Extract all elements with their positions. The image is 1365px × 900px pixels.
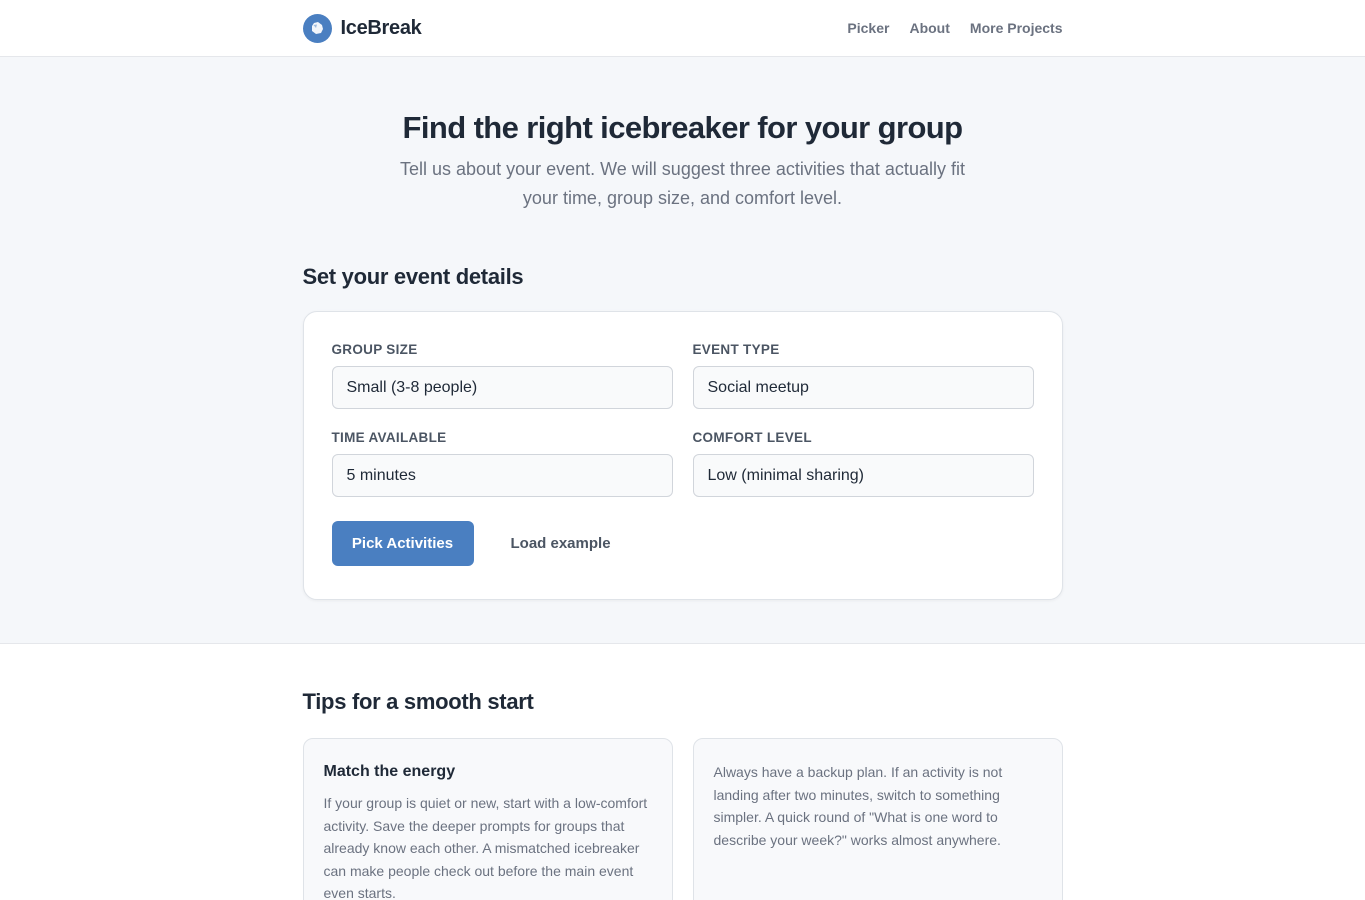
main-nav: Picker About More Projects	[847, 20, 1062, 36]
event-details-card: Group size Small (3-8 people) Event type…	[302, 311, 1063, 600]
group-size-label: Group size	[331, 342, 418, 357]
page-title: Find the right icebreaker for your group	[402, 110, 964, 145]
event-type-select[interactable]: Social meetup	[692, 366, 1034, 409]
brand-link[interactable]: IceBreak	[302, 13, 422, 43]
page-subtitle: Tell us about your event. We will sugges…	[400, 159, 965, 208]
details-section-title: Set your event details	[302, 264, 524, 289]
ice-cube-icon	[302, 13, 332, 43]
comfort-level-label: Comfort level	[692, 430, 812, 445]
event-type-label: Event type	[692, 342, 780, 357]
tips-section: Tips for a smooth start Match the energy…	[302, 644, 1063, 900]
nav-link-picker[interactable]: Picker	[847, 20, 889, 36]
event-type-field: Event type Social meetup	[692, 342, 1034, 409]
time-available-label: Time available	[331, 430, 447, 445]
nav-link-about[interactable]: About	[909, 20, 949, 36]
comfort-level-field: Comfort level Low (minimal sharing)	[692, 430, 1034, 497]
comfort-level-select[interactable]: Low (minimal sharing)	[692, 454, 1034, 497]
tip-card-body: Always have a backup plan. If an activit…	[713, 764, 1003, 848]
nav-link-more-projects[interactable]: More Projects	[970, 20, 1063, 36]
load-example-button[interactable]: Load example	[511, 535, 611, 552]
tip-card-backup-plan: Always have a backup plan. If an activit…	[692, 738, 1063, 900]
hero-section: Find the right icebreaker for your group…	[0, 57, 1365, 644]
tip-card-body: If your group is quiet or new, start wit…	[323, 795, 648, 900]
time-available-field: Time available 5 minutes	[331, 430, 673, 497]
group-size-select[interactable]: Small (3-8 people)	[331, 366, 673, 409]
brand-name: IceBreak	[340, 16, 422, 39]
time-available-select[interactable]: 5 minutes	[331, 454, 673, 497]
top-navbar: IceBreak Picker About More Projects	[0, 0, 1365, 57]
pick-activities-button[interactable]: Pick Activities	[331, 521, 474, 566]
tip-card-title: Match the energy	[323, 763, 456, 780]
group-size-field: Group size Small (3-8 people)	[331, 342, 673, 409]
tip-card-match-energy: Match the energy If your group is quiet …	[302, 738, 673, 900]
tips-section-title: Tips for a smooth start	[302, 689, 534, 714]
